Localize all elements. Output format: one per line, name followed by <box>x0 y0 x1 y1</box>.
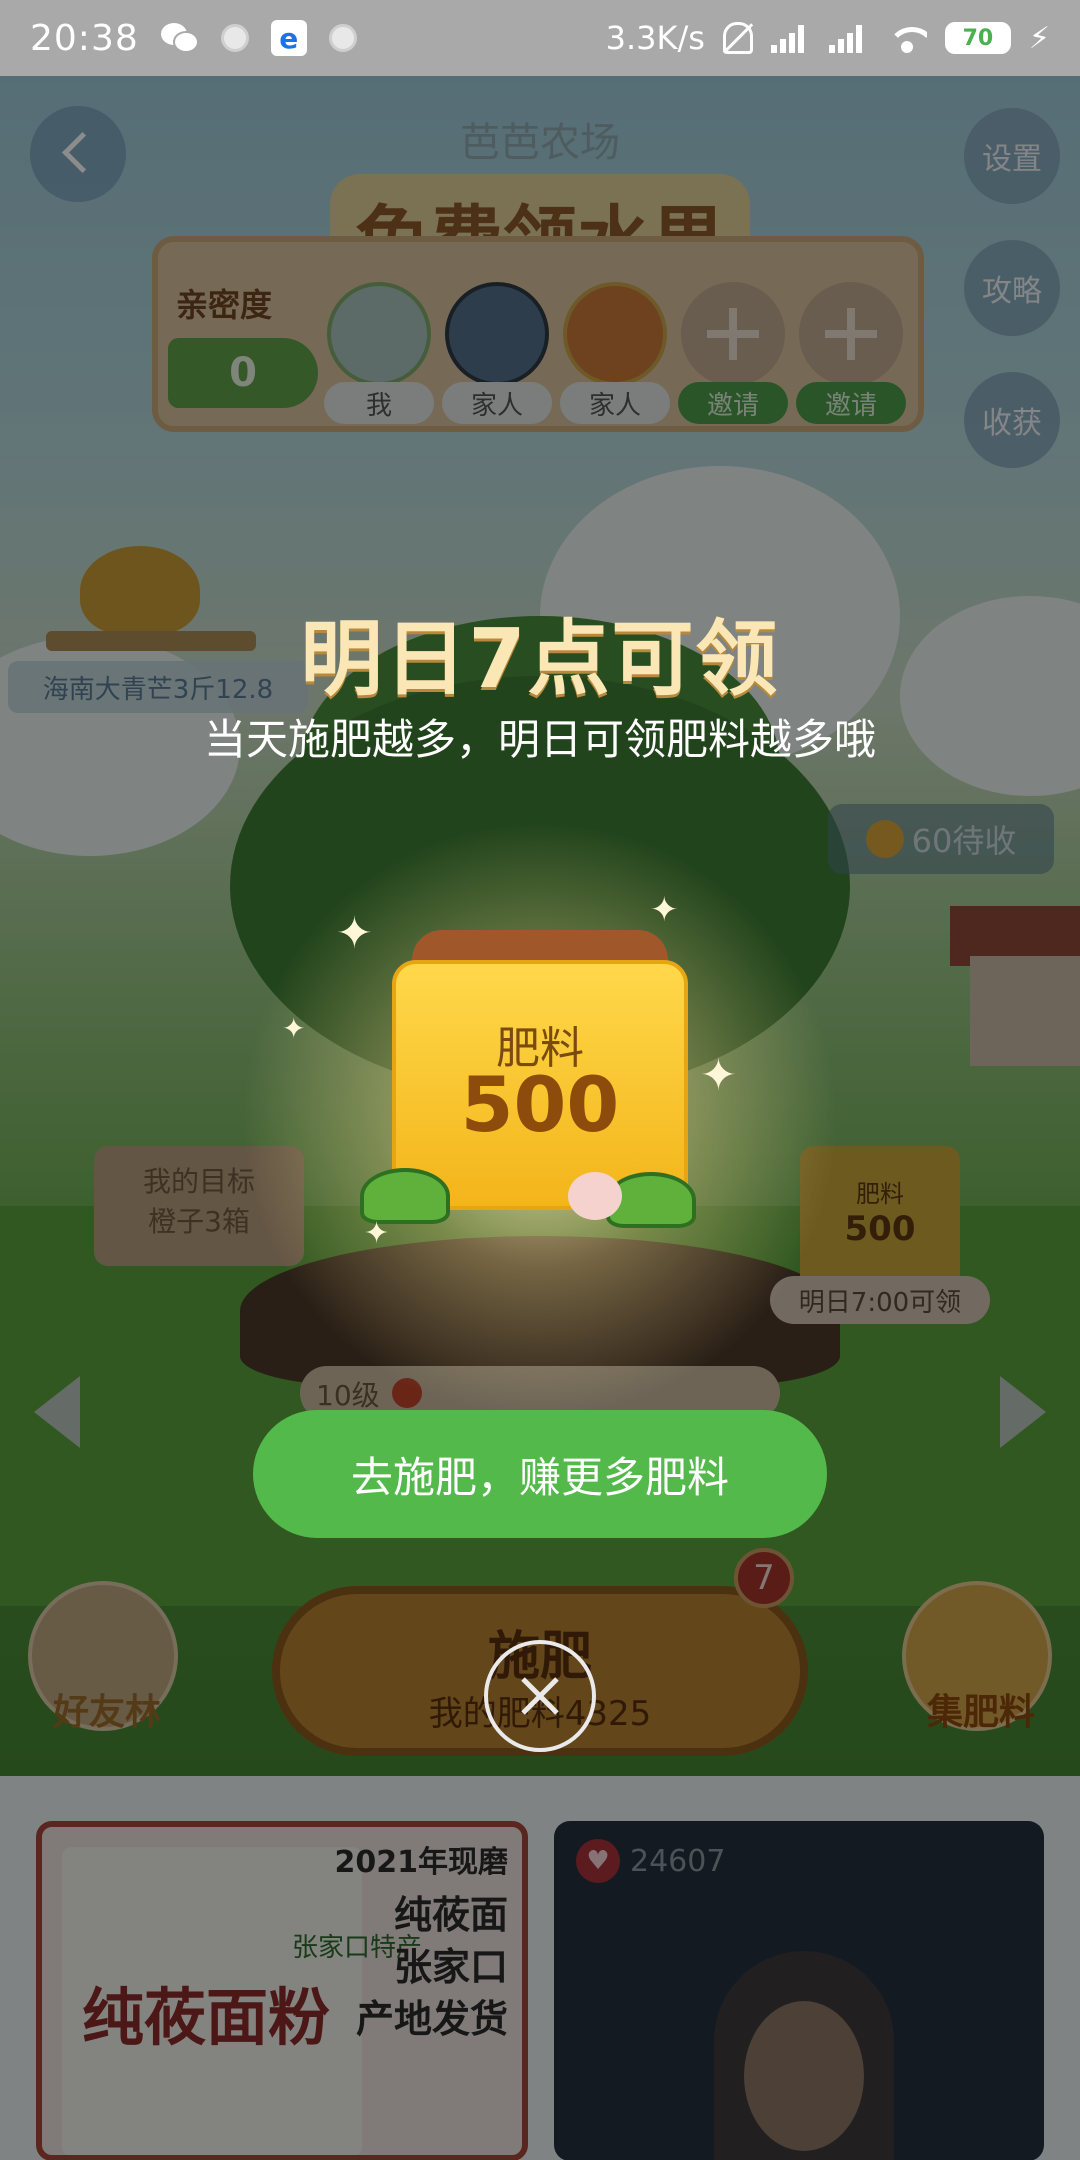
wechat-icon <box>160 23 199 53</box>
battery-icon: 70 <box>944 22 1011 54</box>
mute-bell-icon <box>722 22 753 54</box>
flower-icon <box>568 1172 622 1220</box>
network-speed: 3.3K/s <box>605 19 705 57</box>
signal-hd-icon <box>828 23 869 53</box>
status-bar: 20:38 e 3.3K/s 70 ⚡ <box>0 0 1080 76</box>
close-icon[interactable] <box>484 1640 596 1752</box>
sparkle-icon: ✦ <box>650 890 679 930</box>
notification-dot-icon <box>328 24 357 52</box>
signal-icon <box>770 23 811 53</box>
charging-icon: ⚡ <box>1028 20 1050 56</box>
bag-value: 500 <box>460 1060 620 1149</box>
browser-icon: e <box>270 20 307 56</box>
status-time: 20:38 <box>30 17 139 59</box>
sparkle-icon: ✦ <box>336 908 373 959</box>
popup-title: 明日7点可领 <box>300 612 780 707</box>
popup-subtitle: 当天施肥越多，明日可领肥料越多哦 <box>203 715 876 764</box>
sparkle-icon: ✦ <box>700 1050 737 1101</box>
wifi-icon <box>886 23 927 53</box>
notification-dot-icon <box>220 24 249 52</box>
sparkle-icon: ✦ <box>282 1012 306 1045</box>
sparkle-icon: ✦ <box>364 1216 390 1251</box>
go-fertilize-button[interactable]: 去施肥，赚更多肥料 <box>253 1410 827 1538</box>
